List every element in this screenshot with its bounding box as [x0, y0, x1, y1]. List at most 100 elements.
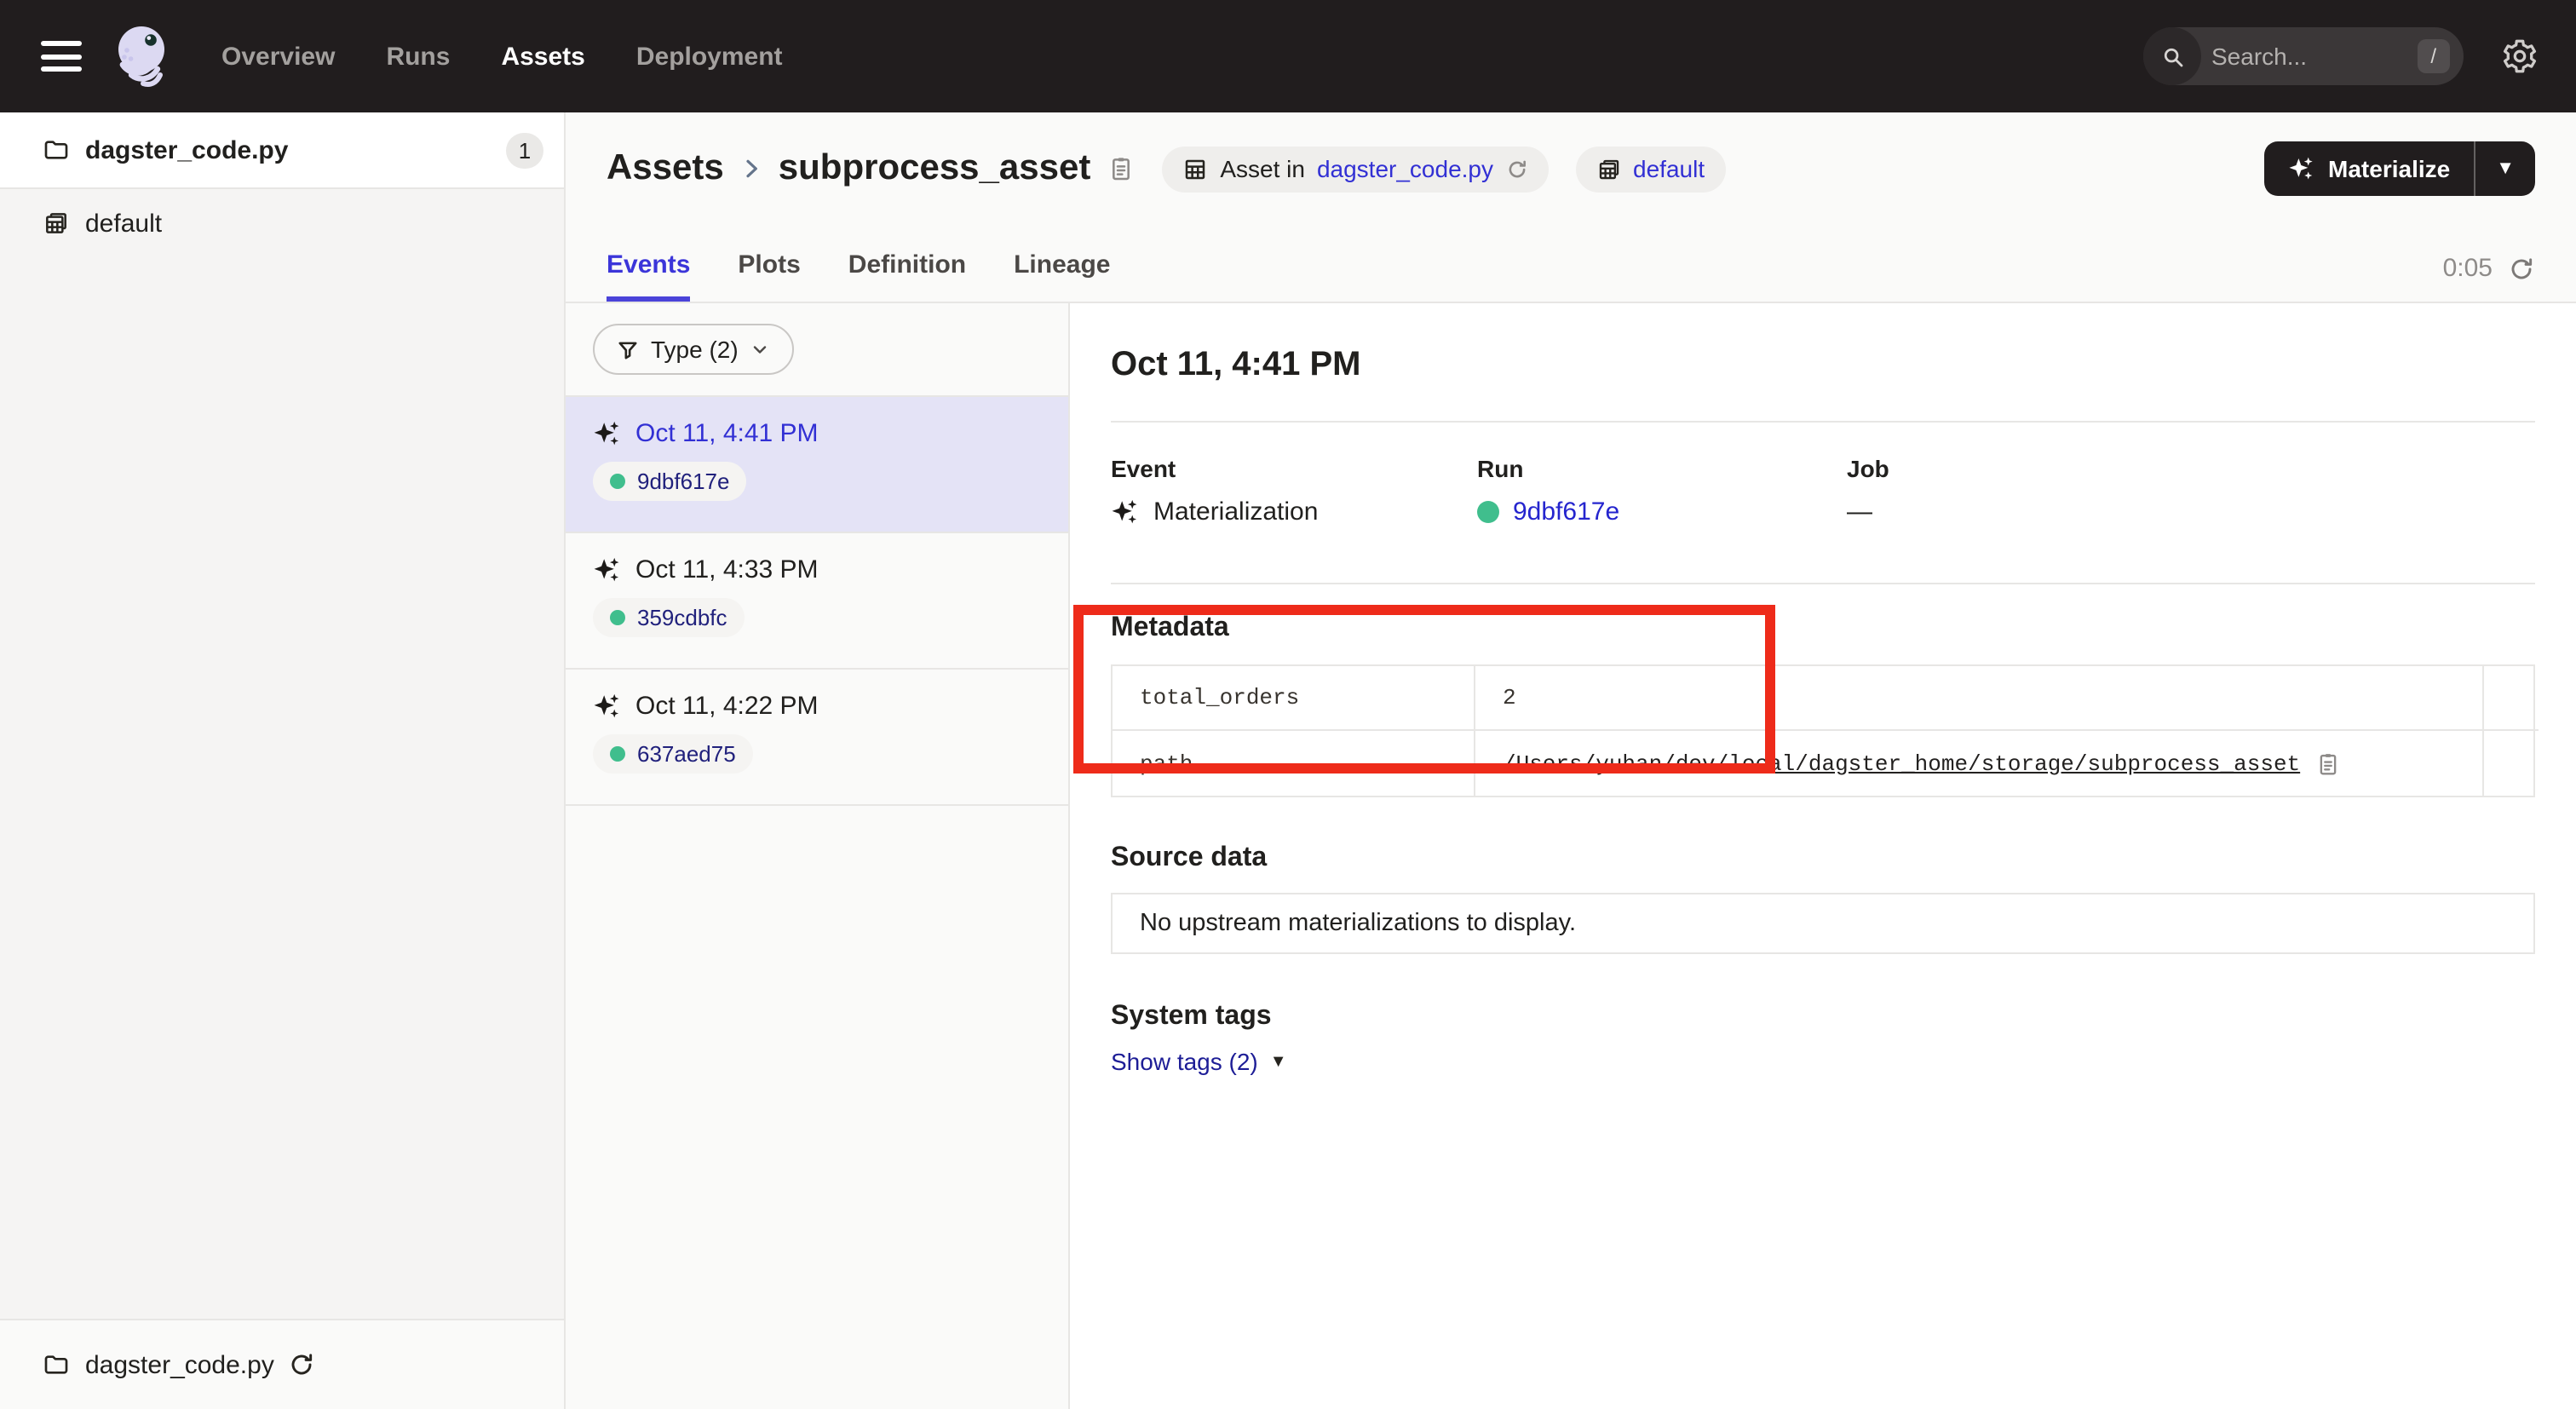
run-column-label: Run: [1477, 455, 1847, 482]
materialization-sparkle-icon: [1111, 497, 1140, 526]
code-location-link[interactable]: dagster_code.py: [1317, 155, 1493, 182]
global-search[interactable]: /: [2143, 27, 2464, 85]
footer-code-location-name: dagster_code.py: [85, 1350, 274, 1379]
materialization-sparkle-icon: [593, 555, 622, 584]
event-list-item[interactable]: Oct 11, 4:22 PM 637aed75: [566, 670, 1068, 806]
event-detail-title: Oct 11, 4:41 PM: [1111, 346, 2535, 385]
materialization-sparkle-icon: [593, 419, 622, 448]
job-column-label: Job: [1847, 455, 2535, 482]
asset-group-icon: [1596, 156, 1621, 181]
tab-definition[interactable]: Definition: [848, 250, 966, 302]
system-tags-heading: System tags: [1111, 1002, 2535, 1032]
run-id-link: 359cdbfc: [637, 605, 727, 630]
event-column-label: Event: [1111, 455, 1477, 482]
nav-item-overview[interactable]: Overview: [221, 42, 335, 71]
search-icon: [2143, 27, 2201, 85]
reload-code-location-icon[interactable]: [288, 1351, 315, 1378]
hamburger-menu-icon[interactable]: [41, 41, 82, 72]
metadata-heading: Metadata: [1111, 613, 2535, 644]
search-input[interactable]: [2201, 43, 2417, 70]
chevron-down-icon: [750, 339, 771, 359]
breadcrumb: Assets subprocess_asset Asset in dagster…: [607, 112, 2535, 225]
run-id-link: 9dbf617e: [637, 469, 729, 494]
page-title: subprocess_asset: [779, 148, 1091, 189]
top-nav: Overview Runs Assets Deployment /: [0, 0, 2576, 112]
copy-path-icon[interactable]: [2315, 751, 2341, 776]
nav-item-deployment[interactable]: Deployment: [636, 42, 783, 71]
show-tags-label: Show tags (2): [1111, 1048, 1258, 1075]
run-id-link: 637aed75: [637, 741, 736, 767]
refresh-icon[interactable]: [2508, 255, 2535, 282]
copy-asset-name-icon[interactable]: [1107, 155, 1135, 182]
asset-group-icon: [43, 210, 70, 237]
type-filter-label: Type (2): [651, 336, 739, 363]
chevron-right-icon: [738, 155, 765, 182]
metadata-table: total_orders 2 path /Users/yuhan/dev/loc…: [1111, 664, 2535, 797]
metadata-value: 2: [1475, 666, 2482, 731]
materialize-button[interactable]: Materialize: [2263, 155, 2474, 182]
metadata-value: /Users/yuhan/dev/local/dagster_home/stor…: [1475, 731, 2482, 796]
asset-in-label: Asset in: [1220, 155, 1305, 182]
reload-definition-icon[interactable]: [1505, 158, 1527, 180]
type-filter-button[interactable]: Type (2): [593, 324, 795, 375]
event-summary-grid: Event Materialization Run: [1111, 455, 2535, 526]
dagster-asset-page: Overview Runs Assets Deployment / dagste…: [0, 0, 2576, 1409]
filter-funnel-icon: [617, 338, 639, 360]
materialization-sparkle-icon: [593, 692, 622, 721]
code-location-name: dagster_code.py: [85, 135, 506, 164]
nav-item-assets[interactable]: Assets: [501, 42, 584, 71]
metadata-key: total_orders: [1113, 666, 1475, 731]
asset-count-badge: 1: [506, 132, 543, 168]
dagster-logo-icon[interactable]: [109, 19, 177, 94]
group-link[interactable]: default: [1633, 155, 1705, 182]
primary-nav: Overview Runs Assets Deployment: [221, 42, 783, 71]
event-list-item[interactable]: Oct 11, 4:33 PM 359cdbfc: [566, 533, 1068, 670]
events-list-panel: Type (2) Oct 11, 4:41 PM: [566, 303, 1070, 1409]
event-type-value: Materialization: [1153, 497, 1318, 526]
run-success-dot: [1477, 501, 1499, 523]
show-tags-toggle[interactable]: Show tags (2) ▼: [1111, 1048, 1287, 1075]
folder-icon: [43, 1351, 70, 1378]
group-badge: default: [1575, 146, 1725, 192]
source-data-empty-state: No upstream materializations to display.: [1111, 893, 2535, 954]
job-grid-icon: [1182, 156, 1208, 181]
metadata-path-link[interactable]: /Users/yuhan/dev/local/dagster_home/stor…: [1503, 751, 2300, 776]
caret-down-icon: ▼: [1270, 1052, 1287, 1071]
tab-events[interactable]: Events: [607, 250, 690, 302]
event-timestamp-link[interactable]: Oct 11, 4:22 PM: [635, 692, 819, 721]
run-success-dot: [610, 746, 625, 762]
metadata-key: path: [1113, 731, 1475, 796]
empty-message: No upstream materializations to display.: [1140, 910, 1576, 937]
event-list-item[interactable]: Oct 11, 4:41 PM 9dbf617e: [566, 397, 1068, 533]
run-id-link[interactable]: 9dbf617e: [1513, 497, 1619, 526]
sidebar-footer: dagster_code.py: [0, 1319, 564, 1409]
group-name: default: [85, 209, 162, 238]
run-success-dot: [610, 474, 625, 489]
materialize-label: Materialize: [2328, 155, 2450, 182]
settings-gear-icon[interactable]: [2501, 37, 2539, 75]
folder-icon: [43, 136, 70, 164]
tab-plots[interactable]: Plots: [738, 250, 800, 302]
asset-page-header: Assets subprocess_asset Asset in dagster…: [566, 112, 2576, 303]
search-shortcut-key: /: [2417, 39, 2450, 73]
tab-lineage[interactable]: Lineage: [1014, 250, 1110, 302]
refresh-countdown: 0:05: [2443, 254, 2493, 283]
materialize-dropdown-caret[interactable]: ▼: [2475, 158, 2535, 179]
event-timestamp-link[interactable]: Oct 11, 4:33 PM: [635, 555, 819, 584]
asset-tabs: Events Plots Definition Lineage 0:05: [607, 225, 2535, 302]
breadcrumb-assets-link[interactable]: Assets: [607, 148, 724, 189]
events-filter-row: Type (2): [566, 303, 1068, 397]
code-location-sidebar: dagster_code.py 1 default dagster_code.p…: [0, 112, 566, 1409]
job-value: —: [1847, 497, 1872, 526]
asset-definition-badge: Asset in dagster_code.py: [1162, 146, 1548, 192]
event-detail-panel: Oct 11, 4:41 PM Event Materialization: [1070, 303, 2576, 1409]
run-id-tag[interactable]: 359cdbfc: [593, 598, 745, 637]
sidebar-item-code-location[interactable]: dagster_code.py 1: [0, 112, 564, 189]
materialize-split-button: Materialize ▼: [2263, 141, 2535, 196]
nav-item-runs[interactable]: Runs: [386, 42, 450, 71]
run-id-tag[interactable]: 637aed75: [593, 734, 753, 774]
run-success-dot: [610, 610, 625, 625]
event-timestamp-link[interactable]: Oct 11, 4:41 PM: [635, 419, 819, 448]
sidebar-item-group-default[interactable]: default: [0, 189, 564, 257]
run-id-tag[interactable]: 9dbf617e: [593, 462, 746, 501]
